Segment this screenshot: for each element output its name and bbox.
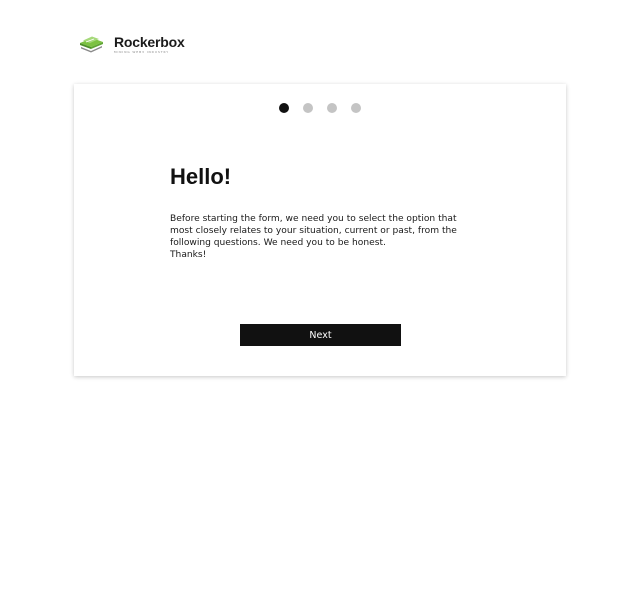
step-dot-1[interactable] [279, 103, 289, 113]
form-card: Hello! Before starting the form, we need… [74, 84, 566, 376]
brand-name: Rockerbox [114, 33, 185, 50]
intro-paragraph: Before starting the form, we need you to… [170, 214, 457, 248]
brand-text: Rockerbox MINING WEB3 INDUSTRY [114, 35, 185, 54]
step-dot-3[interactable] [327, 103, 337, 113]
step-dot-4[interactable] [351, 103, 361, 113]
intro-text: Before starting the form, we need you to… [170, 213, 470, 261]
stacked-books-icon [80, 36, 103, 53]
page: Rockerbox MINING WEB3 INDUSTRY Hello! Be… [0, 0, 640, 608]
page-title: Hello! [170, 164, 232, 189]
brand-tagline: MINING WEB3 INDUSTRY [114, 49, 170, 54]
brand-logo[interactable]: Rockerbox MINING WEB3 INDUSTRY [78, 34, 185, 54]
step-indicator [74, 103, 566, 113]
intro-closing: Thanks! [170, 250, 207, 260]
next-button[interactable]: Next [240, 324, 401, 346]
step-dot-2[interactable] [303, 103, 313, 113]
